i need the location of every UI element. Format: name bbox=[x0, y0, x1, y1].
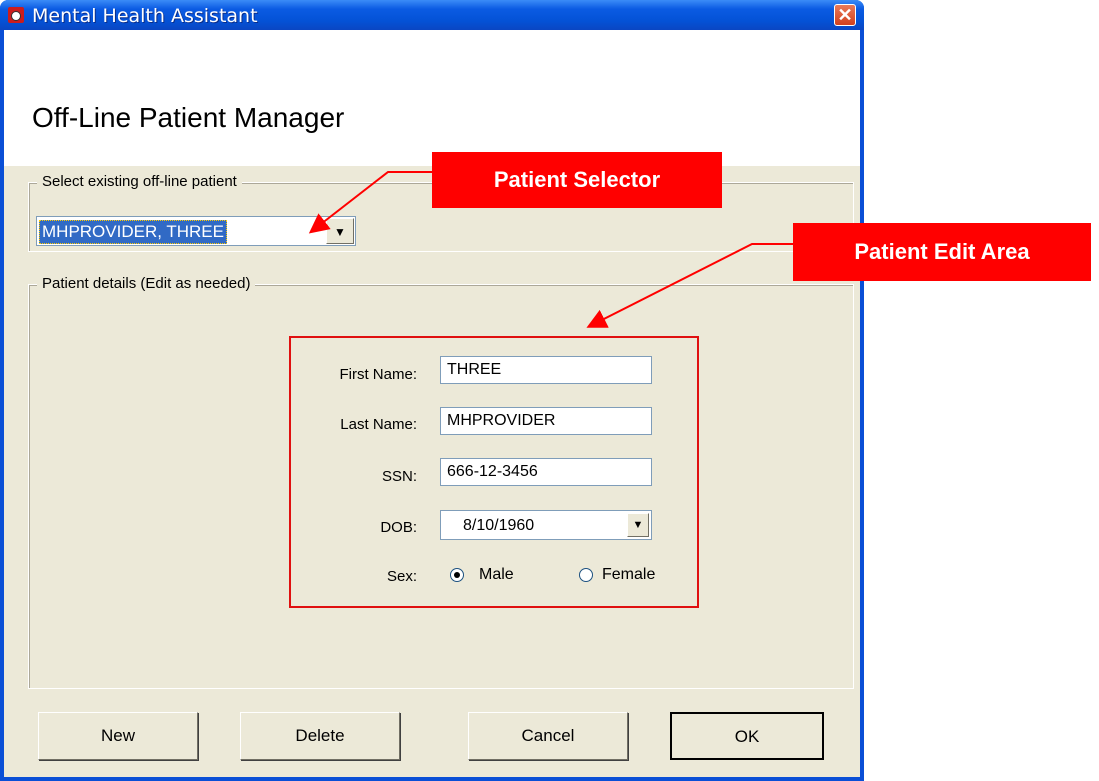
app-icon bbox=[8, 7, 24, 23]
selected-patient: MHPROVIDER, THREE bbox=[39, 220, 227, 244]
close-button[interactable]: ✕ bbox=[834, 4, 856, 26]
patient-selector-callout: Patient Selector bbox=[432, 152, 722, 208]
cancel-button[interactable]: Cancel bbox=[468, 712, 628, 760]
window-title: Mental Health Assistant bbox=[32, 5, 258, 27]
details-group-label: Patient details (Edit as needed) bbox=[37, 275, 256, 292]
patient-edit-area-callout: Patient Edit Area bbox=[793, 223, 1091, 281]
ok-button[interactable]: OK bbox=[670, 712, 824, 760]
patient-edit-area-highlight bbox=[289, 336, 699, 608]
patient-selector-combo[interactable]: MHPROVIDER, THREE ▼ bbox=[36, 216, 356, 246]
header-area bbox=[4, 30, 860, 166]
delete-button[interactable]: Delete bbox=[240, 712, 400, 760]
new-button[interactable]: New bbox=[38, 712, 198, 760]
page-title: Off-Line Patient Manager bbox=[32, 102, 345, 133]
title-bar[interactable]: Mental Health Assistant ✕ bbox=[0, 0, 864, 30]
chevron-down-icon[interactable]: ▼ bbox=[326, 218, 354, 244]
selector-group-label: Select existing off-line patient bbox=[37, 173, 242, 190]
